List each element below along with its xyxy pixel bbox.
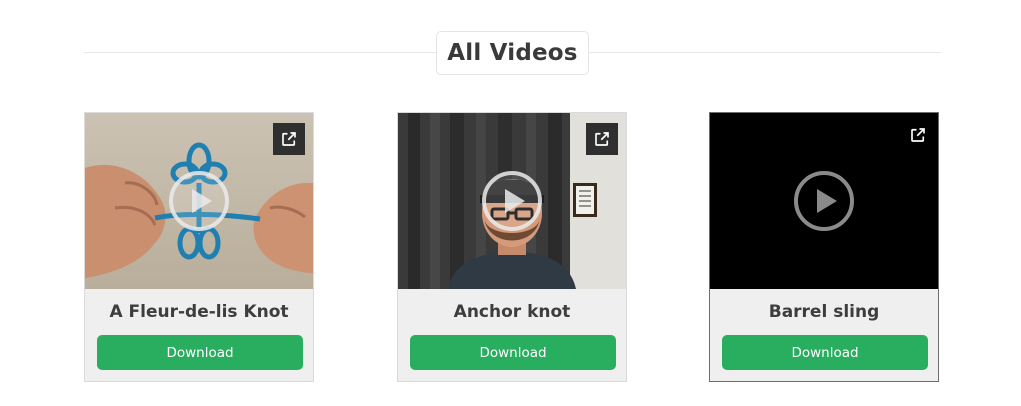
external-link-icon — [595, 132, 609, 146]
video-card: Barrel sling Download — [709, 112, 939, 382]
external-link-icon — [282, 132, 296, 146]
video-thumbnail[interactable] — [710, 113, 938, 289]
play-icon[interactable] — [481, 170, 543, 232]
download-button[interactable]: Download — [722, 335, 928, 370]
play-icon[interactable] — [168, 170, 230, 232]
external-link-button[interactable] — [902, 119, 934, 151]
download-button[interactable]: Download — [97, 335, 303, 370]
play-icon[interactable] — [793, 170, 855, 232]
video-thumbnail[interactable] — [85, 113, 313, 289]
external-link-icon — [911, 128, 925, 142]
video-thumbnail[interactable] — [398, 113, 626, 289]
external-link-button[interactable] — [273, 123, 305, 155]
video-title: Anchor knot — [453, 302, 571, 322]
external-link-button[interactable] — [586, 123, 618, 155]
video-title: Barrel sling — [768, 302, 880, 322]
section-title: All Videos — [436, 31, 589, 75]
video-card: A Fleur-de-lis Knot Download — [84, 112, 314, 382]
video-card: Anchor knot Download — [397, 112, 627, 382]
video-title: A Fleur-de-lis Knot — [109, 302, 289, 322]
download-button[interactable]: Download — [410, 335, 616, 370]
